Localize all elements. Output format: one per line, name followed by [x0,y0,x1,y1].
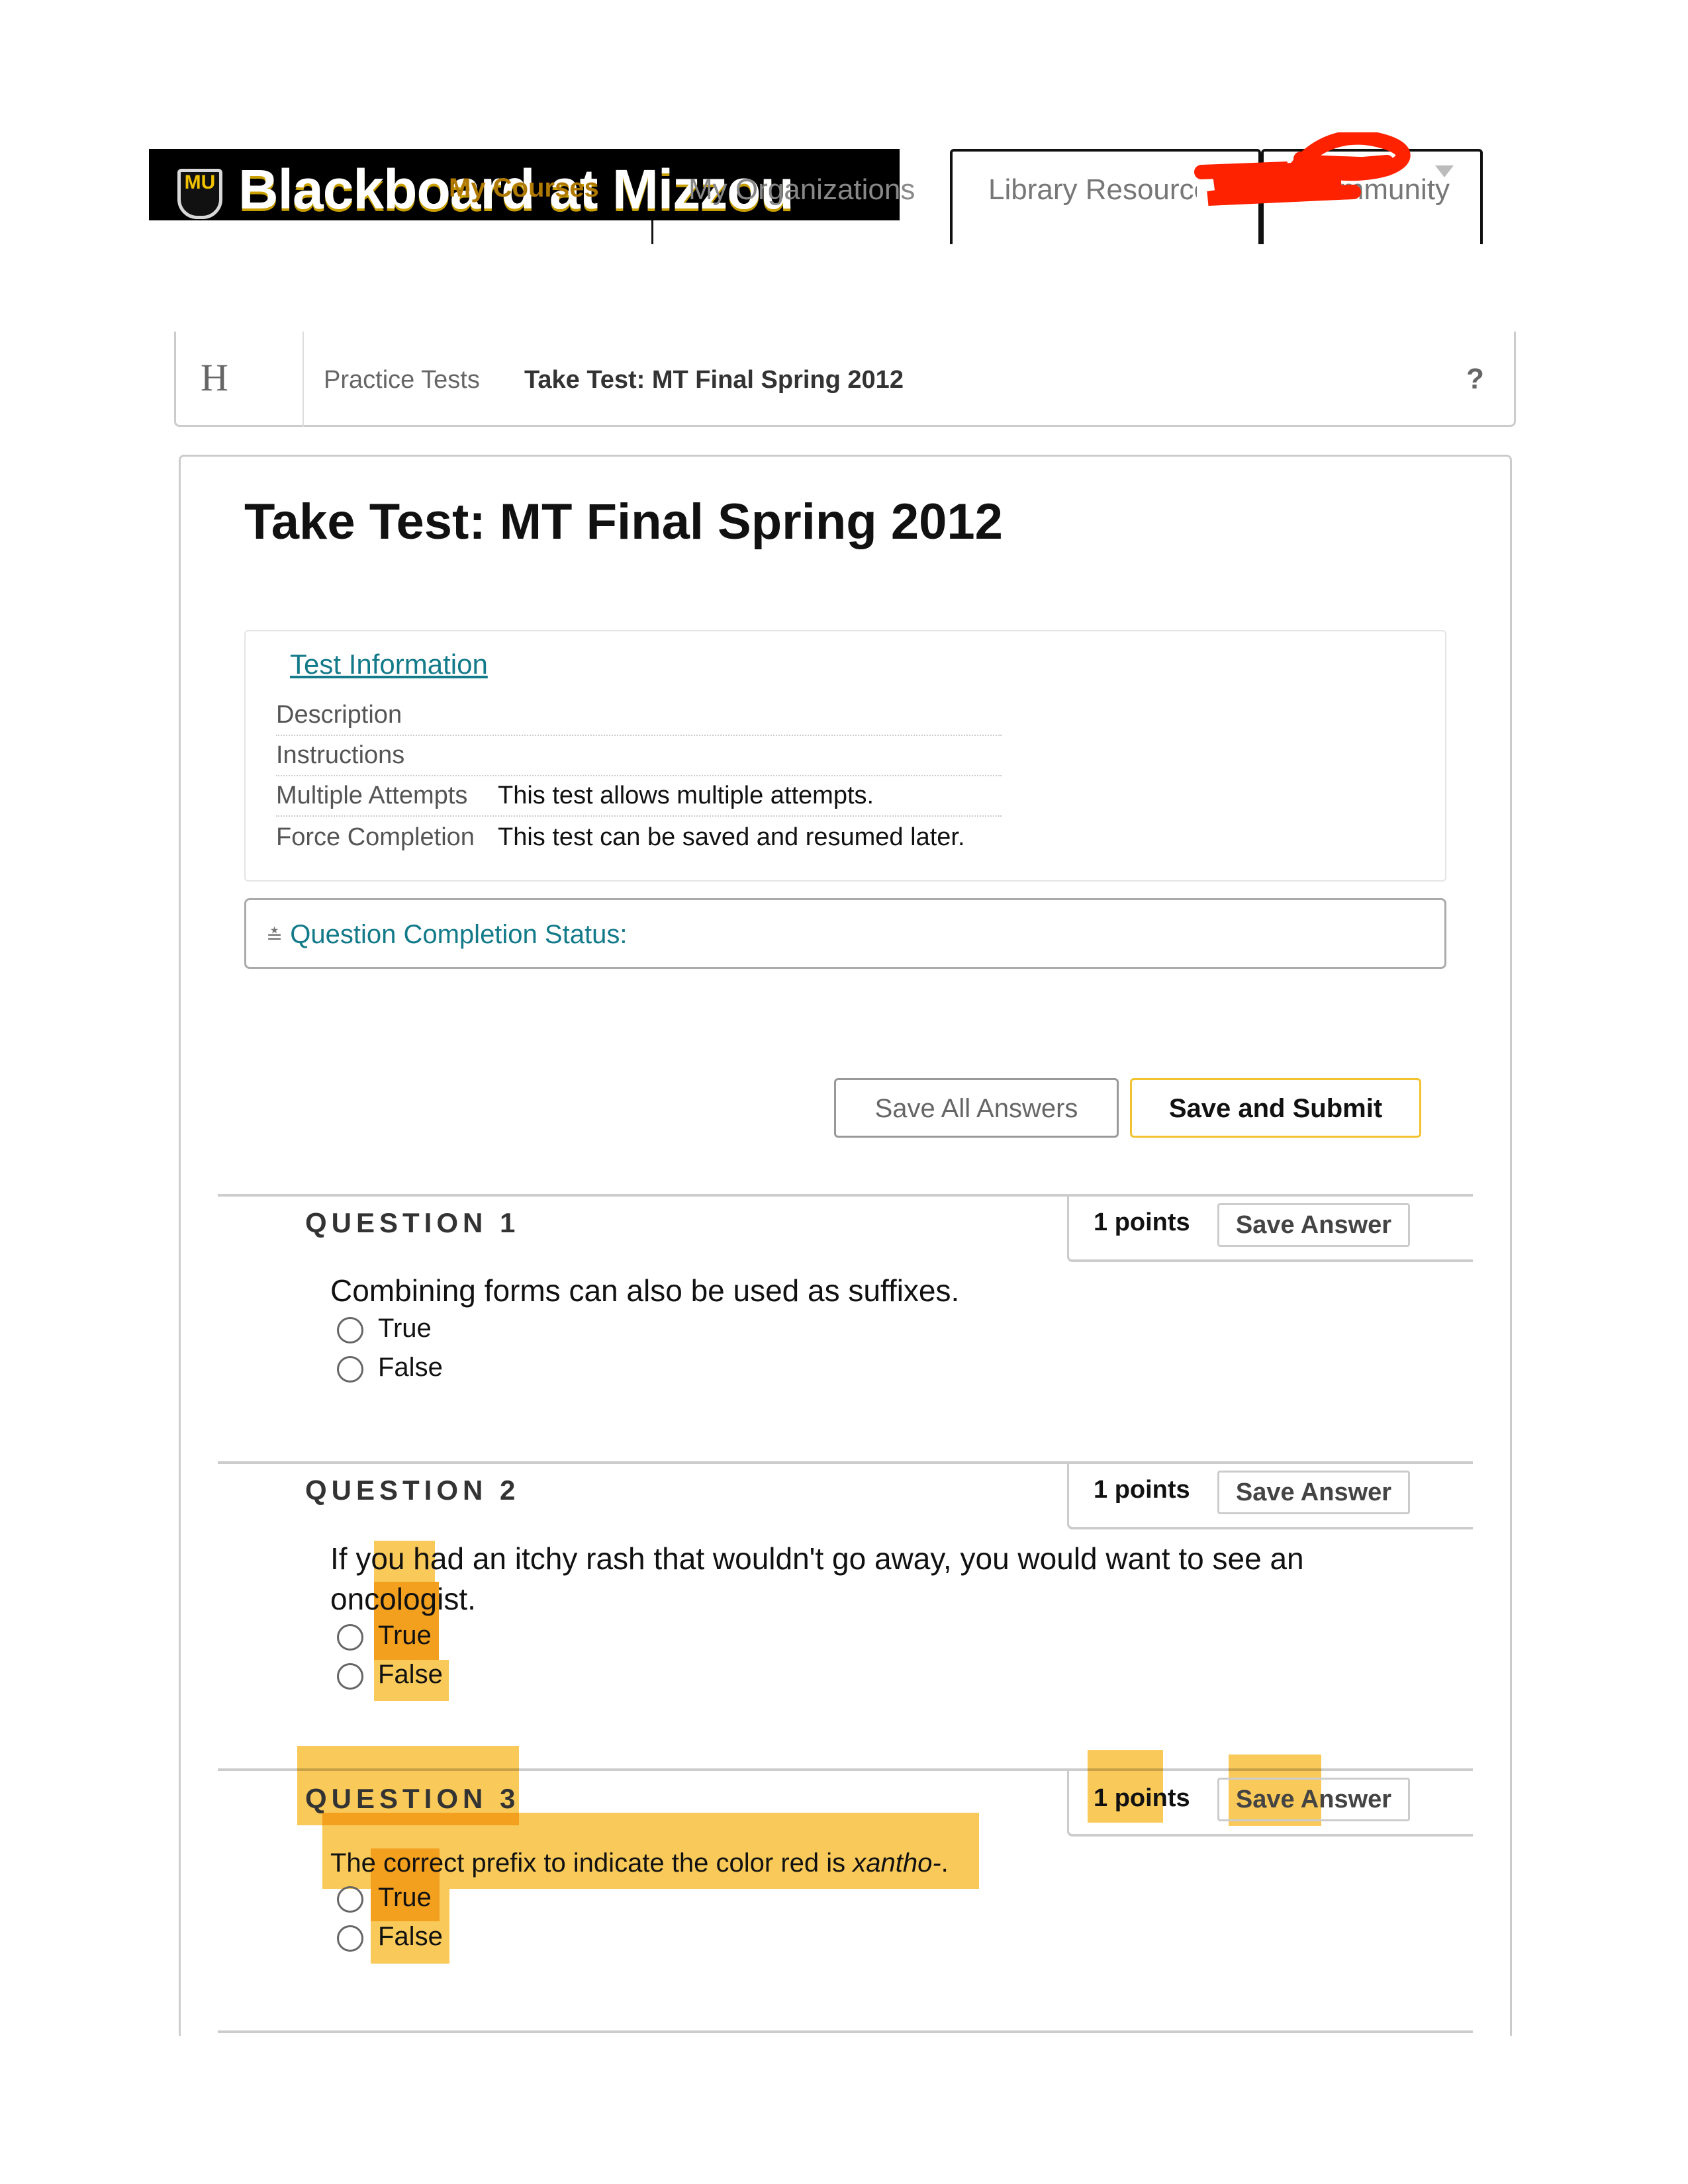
question-3-text-prefix: xantho- [853,1848,941,1878]
question-completion-status[interactable]: ≛ Question Completion Status: [244,898,1446,969]
question-1-radio-false[interactable] [337,1356,363,1383]
question-2-text: If you had an itchy rash that wouldn't g… [330,1541,1304,1576]
tab-divider [651,220,653,244]
breadcrumb-practice-tests[interactable]: Practice Tests [324,366,480,394]
question-3-text-end: . [941,1848,949,1878]
question-2-text-line2: oncologist. [330,1582,476,1616]
info-row-force-completion: Force Completion This test can be saved a… [276,819,1002,857]
info-value: This test allows multiple attempts. [498,782,874,809]
double-chevron-down-icon: ≛ [266,926,283,948]
info-row-instructions: Instructions [276,738,1002,776]
question-3-label: QUESTION 3 [305,1783,520,1814]
question-1-save-answer-button[interactable]: Save Answer [1217,1203,1410,1247]
info-label: Multiple Attempts [276,782,468,809]
info-value: This test can be saved and resumed later… [498,823,965,851]
test-information-link[interactable]: Test Information [290,649,488,680]
question-1-text: Combining forms can also be used as suff… [330,1273,960,1308]
nav-my-organizations[interactable]: My Organizations [688,173,915,206]
question-3-save-answer-button[interactable]: Save Answer [1217,1778,1410,1821]
question-3-points: 1 points [1094,1784,1190,1812]
question-1-label: QUESTION 1 [305,1207,520,1238]
page-title: Take Test: MT Final Spring 2012 [244,494,1003,550]
home-icon[interactable]: H [201,355,228,400]
question-3-radio-false[interactable] [337,1925,363,1952]
question-3-text-main: The correct prefix to indicate the color… [330,1848,853,1878]
question-3-radio-true[interactable] [337,1886,363,1913]
help-icon[interactable]: ? [1466,363,1484,396]
question-2-label: QUESTION 2 [305,1475,520,1506]
question-2-save-answer-button[interactable]: Save Answer [1217,1471,1410,1514]
breadcrumb-current: Take Test: MT Final Spring 2012 [524,366,904,394]
question-1-radio-true[interactable] [337,1317,363,1343]
mu-logo: MU [177,169,222,219]
nav-library-resources[interactable]: Library Resources [988,173,1197,206]
info-label: Force Completion [276,823,475,851]
breadcrumb-divider [303,332,304,427]
question-2-points: 1 points [1094,1476,1190,1504]
question-2-option-true[interactable]: True [378,1621,432,1651]
question-1-option-true[interactable]: True [378,1314,432,1343]
nav-my-courses[interactable]: My Courses [449,173,599,203]
question-2-radio-false[interactable] [337,1663,363,1690]
info-row-multiple-attempts: Multiple Attempts This test allows multip… [276,778,1002,817]
question-3-text: The correct prefix to indicate the color… [330,1848,949,1878]
save-all-answers-button[interactable]: Save All Answers [834,1078,1119,1138]
info-row-description: Description [276,698,1002,736]
question-3-option-false[interactable]: False [378,1922,443,1952]
save-and-submit-button[interactable]: Save and Submit [1130,1078,1421,1138]
question-1-points: 1 points [1094,1208,1190,1236]
completion-status-label: Question Completion Status: [290,920,628,949]
dropdown-arrow-icon[interactable] [1435,165,1454,177]
question-2-option-false[interactable]: False [378,1660,443,1690]
red-scribble-redaction [1194,132,1411,206]
question-2-radio-true[interactable] [337,1624,363,1651]
info-label: Description [276,701,402,729]
question-3-option-true[interactable]: True [378,1883,432,1913]
question-1-option-false[interactable]: False [378,1353,443,1383]
question-divider [218,2030,1473,2033]
info-label: Instructions [276,741,405,769]
